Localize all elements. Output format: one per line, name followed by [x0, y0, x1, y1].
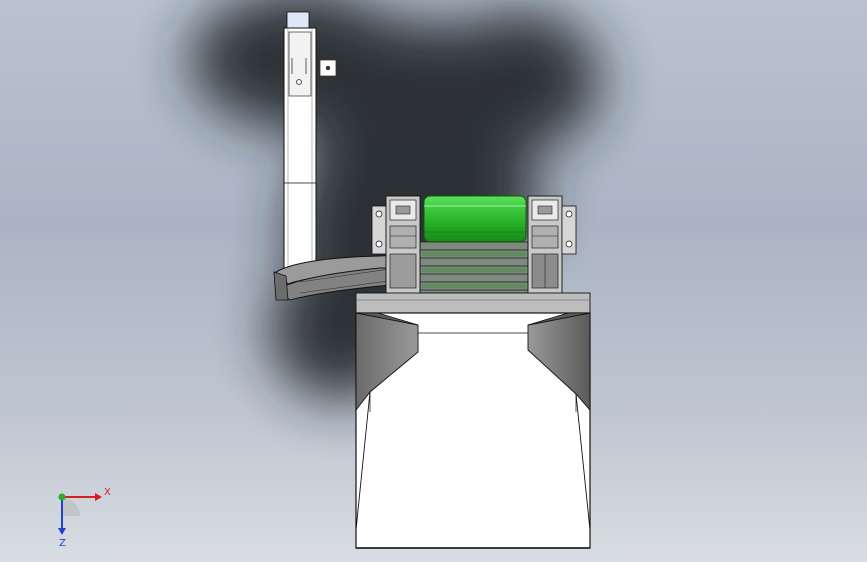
y-axis-icon	[58, 493, 66, 501]
orientation-triad: X Z	[58, 487, 111, 549]
green-roller[interactable]	[423, 195, 527, 243]
cad-viewport[interactable]: X Z	[0, 0, 867, 562]
triad-plane	[62, 498, 80, 516]
vertical-column[interactable]	[283, 11, 337, 279]
cad-model[interactable]	[0, 0, 867, 562]
x-axis-label: X	[104, 487, 111, 498]
z-axis-label: Z	[59, 538, 66, 549]
z-axis-arrow-icon	[58, 528, 66, 535]
x-axis-arrow-icon	[95, 493, 102, 501]
hopper[interactable]	[355, 292, 591, 549]
